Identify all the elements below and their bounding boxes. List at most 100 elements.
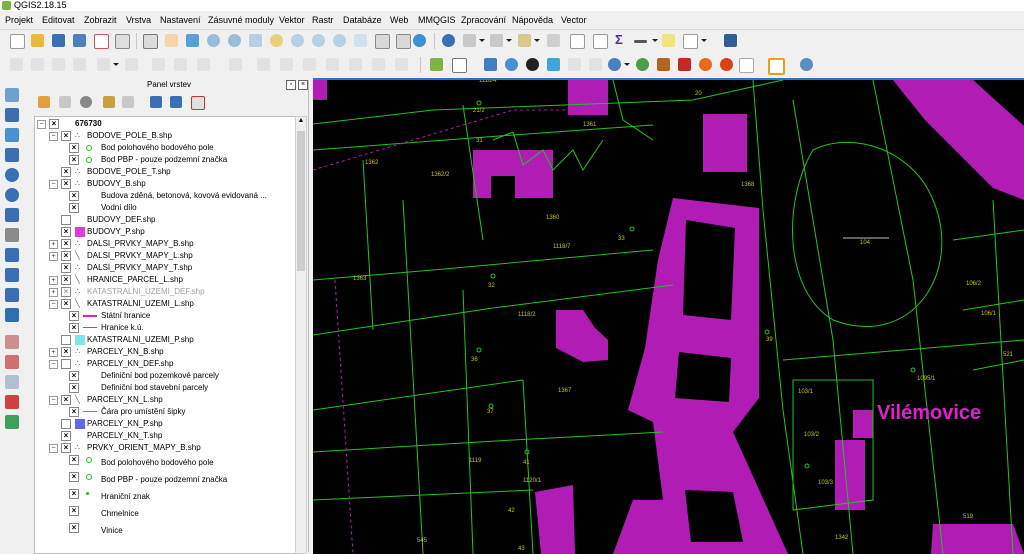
legend-class-row[interactable]: × Budova zděná, betonová, kovová evidovan… <box>35 190 293 202</box>
expand-toggle[interactable]: + <box>49 288 58 297</box>
new-map-view-icon[interactable] <box>354 34 367 47</box>
pan-icon[interactable] <box>165 34 178 47</box>
digitize-5-icon[interactable] <box>349 58 362 71</box>
layer-visibility-checkbox[interactable]: × <box>69 155 79 165</box>
georeferencer-icon[interactable] <box>568 58 581 71</box>
undo-icon[interactable] <box>608 58 621 71</box>
legend-class-row[interactable]: × Definiční bod stavební parcely <box>35 382 293 394</box>
layer-row[interactable]: × PARCELY_KN_T.shp <box>35 430 293 442</box>
digitize-1-icon[interactable] <box>257 58 270 71</box>
layer-row[interactable]: − × ∴ PRVKY_ORIENT_MAPY_B.shp <box>35 442 293 454</box>
menu-item-zobrazit[interactable]: Zobrazit <box>84 15 117 25</box>
layer-row[interactable]: BUDOVY_DEF.shp <box>35 214 293 226</box>
camera-icon[interactable] <box>526 58 539 71</box>
osm-download-icon[interactable] <box>699 58 712 71</box>
layer-visibility-checkbox[interactable]: × <box>61 443 71 453</box>
save-as-icon[interactable] <box>73 34 86 47</box>
copy-icon[interactable] <box>197 58 210 71</box>
open-project-icon[interactable] <box>31 34 44 47</box>
globe-icon[interactable] <box>547 58 560 71</box>
layer-visibility-checkbox[interactable]: × <box>61 347 71 357</box>
osm-icon[interactable] <box>678 58 691 71</box>
layer-visibility-checkbox[interactable]: × <box>69 203 79 213</box>
sigma-icon[interactable]: Σ <box>615 32 623 47</box>
legend-class-row[interactable]: × Hraniční znak <box>35 488 293 505</box>
legend-class-row[interactable]: × Vodní dílo <box>35 202 293 214</box>
add-vector-icon[interactable] <box>5 88 19 102</box>
layer-visibility-checkbox[interactable]: × <box>61 167 71 177</box>
layer-visibility-checkbox[interactable]: × <box>61 239 71 249</box>
legend-class-row[interactable]: × Chmelnice <box>35 505 293 522</box>
open-table-icon[interactable] <box>547 34 560 47</box>
menu-item-mmqgis[interactable]: MMQGIS <box>418 15 456 25</box>
expand-toggle[interactable]: + <box>49 252 58 261</box>
layer-visibility-checkbox[interactable]: × <box>69 407 79 417</box>
new-gpkg-icon[interactable] <box>5 375 19 389</box>
legend-class-row[interactable]: × Definiční bod pozemkové parcely <box>35 370 293 382</box>
expand-toggle[interactable]: + <box>49 276 58 285</box>
edit-pencil-icon[interactable] <box>10 58 23 71</box>
plugin-icon[interactable] <box>430 58 443 71</box>
legend-class-row[interactable]: × Státní hranice <box>35 310 293 322</box>
identify-icon[interactable] <box>442 34 455 47</box>
layer-visibility-checkbox[interactable]: × <box>69 191 79 201</box>
menu-item-web[interactable]: Web <box>390 15 408 25</box>
layer-row[interactable]: × ∴ BODOVE_POLE_T.shp <box>35 166 293 178</box>
menu-item-vector[interactable]: Vector <box>561 15 587 25</box>
osm-import-icon[interactable] <box>720 58 733 71</box>
add-raster-icon[interactable] <box>5 108 19 122</box>
add-spatialite-icon[interactable] <box>5 148 19 162</box>
new-project-icon[interactable] <box>10 34 25 49</box>
add-wms-icon[interactable] <box>5 168 19 182</box>
layer-row[interactable]: × BUDOVY_P.shp <box>35 226 293 238</box>
expand-toggle[interactable]: − <box>49 396 58 405</box>
layer-row[interactable]: − ∴ PARCELY_KN_DEF.shp <box>35 358 293 370</box>
menu-item-vektor[interactable]: Vektor <box>279 15 305 25</box>
layer-visibility-checkbox[interactable]: × <box>61 263 71 273</box>
layer-row[interactable]: − × ∴ BUDOVY_B.shp <box>35 178 293 190</box>
layer-visibility-checkbox[interactable]: × <box>69 472 79 482</box>
scrollbar-thumb[interactable] <box>297 131 305 271</box>
expand-toggle[interactable]: − <box>49 300 58 309</box>
new-temp-layer-icon[interactable] <box>5 395 19 409</box>
expand-toggle[interactable]: − <box>49 360 58 369</box>
refresh-icon[interactable] <box>413 34 426 47</box>
zoom-last-icon[interactable] <box>312 34 325 47</box>
menu-item-editovat[interactable]: Editovat <box>42 15 75 25</box>
add-postgis-icon[interactable] <box>5 128 19 142</box>
deselect-icon[interactable] <box>518 34 531 47</box>
bookmark-icon[interactable] <box>375 34 390 49</box>
expand-toggle[interactable]: + <box>49 348 58 357</box>
legend-class-row[interactable]: × Čára pro umístění šipky <box>35 406 293 418</box>
layer-visibility-checkbox[interactable]: × <box>49 119 59 129</box>
expand-toggle[interactable]: − <box>37 120 46 129</box>
measure-icon[interactable] <box>634 40 647 43</box>
new-shapefile-icon[interactable] <box>5 335 19 349</box>
layer-row[interactable]: + × ╲ HRANICE_PARCEL_L.shp <box>35 274 293 286</box>
move-feature-icon[interactable] <box>97 58 110 71</box>
text-annotation-icon[interactable] <box>683 34 698 49</box>
field-calc-icon[interactable] <box>570 34 585 49</box>
custom-icon[interactable] <box>739 58 754 73</box>
layer-row[interactable]: + × ╲ DALSI_PRVKY_MAPY_L.shp <box>35 250 293 262</box>
layer-row[interactable]: − × ∴ BODOVE_POLE_B.shp <box>35 130 293 142</box>
zoom-full-icon[interactable] <box>249 34 262 47</box>
layer-row[interactable]: − × ╲ KATASTRALNI_UZEMI_L.shp <box>35 298 293 310</box>
add-group-icon[interactable] <box>59 96 71 108</box>
zoom-out-icon[interactable] <box>228 34 241 47</box>
composer-icon[interactable] <box>768 58 785 75</box>
help-icon[interactable] <box>724 34 737 47</box>
style-icon[interactable] <box>38 96 50 108</box>
pan-to-selection-icon[interactable] <box>186 34 199 47</box>
legend-class-row[interactable]: × Vinice <box>35 522 293 539</box>
cut-icon[interactable] <box>174 58 187 71</box>
layer-visibility-checkbox[interactable]: × <box>61 275 71 285</box>
remove-layer-icon[interactable] <box>191 96 205 110</box>
digitize-6-icon[interactable] <box>372 58 385 71</box>
layer-row[interactable]: KATASTRALNI_UZEMI_P.shp <box>35 334 293 346</box>
zoom-to-selection-icon[interactable] <box>270 34 283 47</box>
layer-visibility-checkbox[interactable]: × <box>61 287 71 297</box>
panel-float-button[interactable]: ▫ <box>286 80 296 90</box>
zoom-to-layer-icon[interactable] <box>291 34 304 47</box>
legend-class-row[interactable]: × Bod PBP - pouze podzemní značka <box>35 154 293 166</box>
